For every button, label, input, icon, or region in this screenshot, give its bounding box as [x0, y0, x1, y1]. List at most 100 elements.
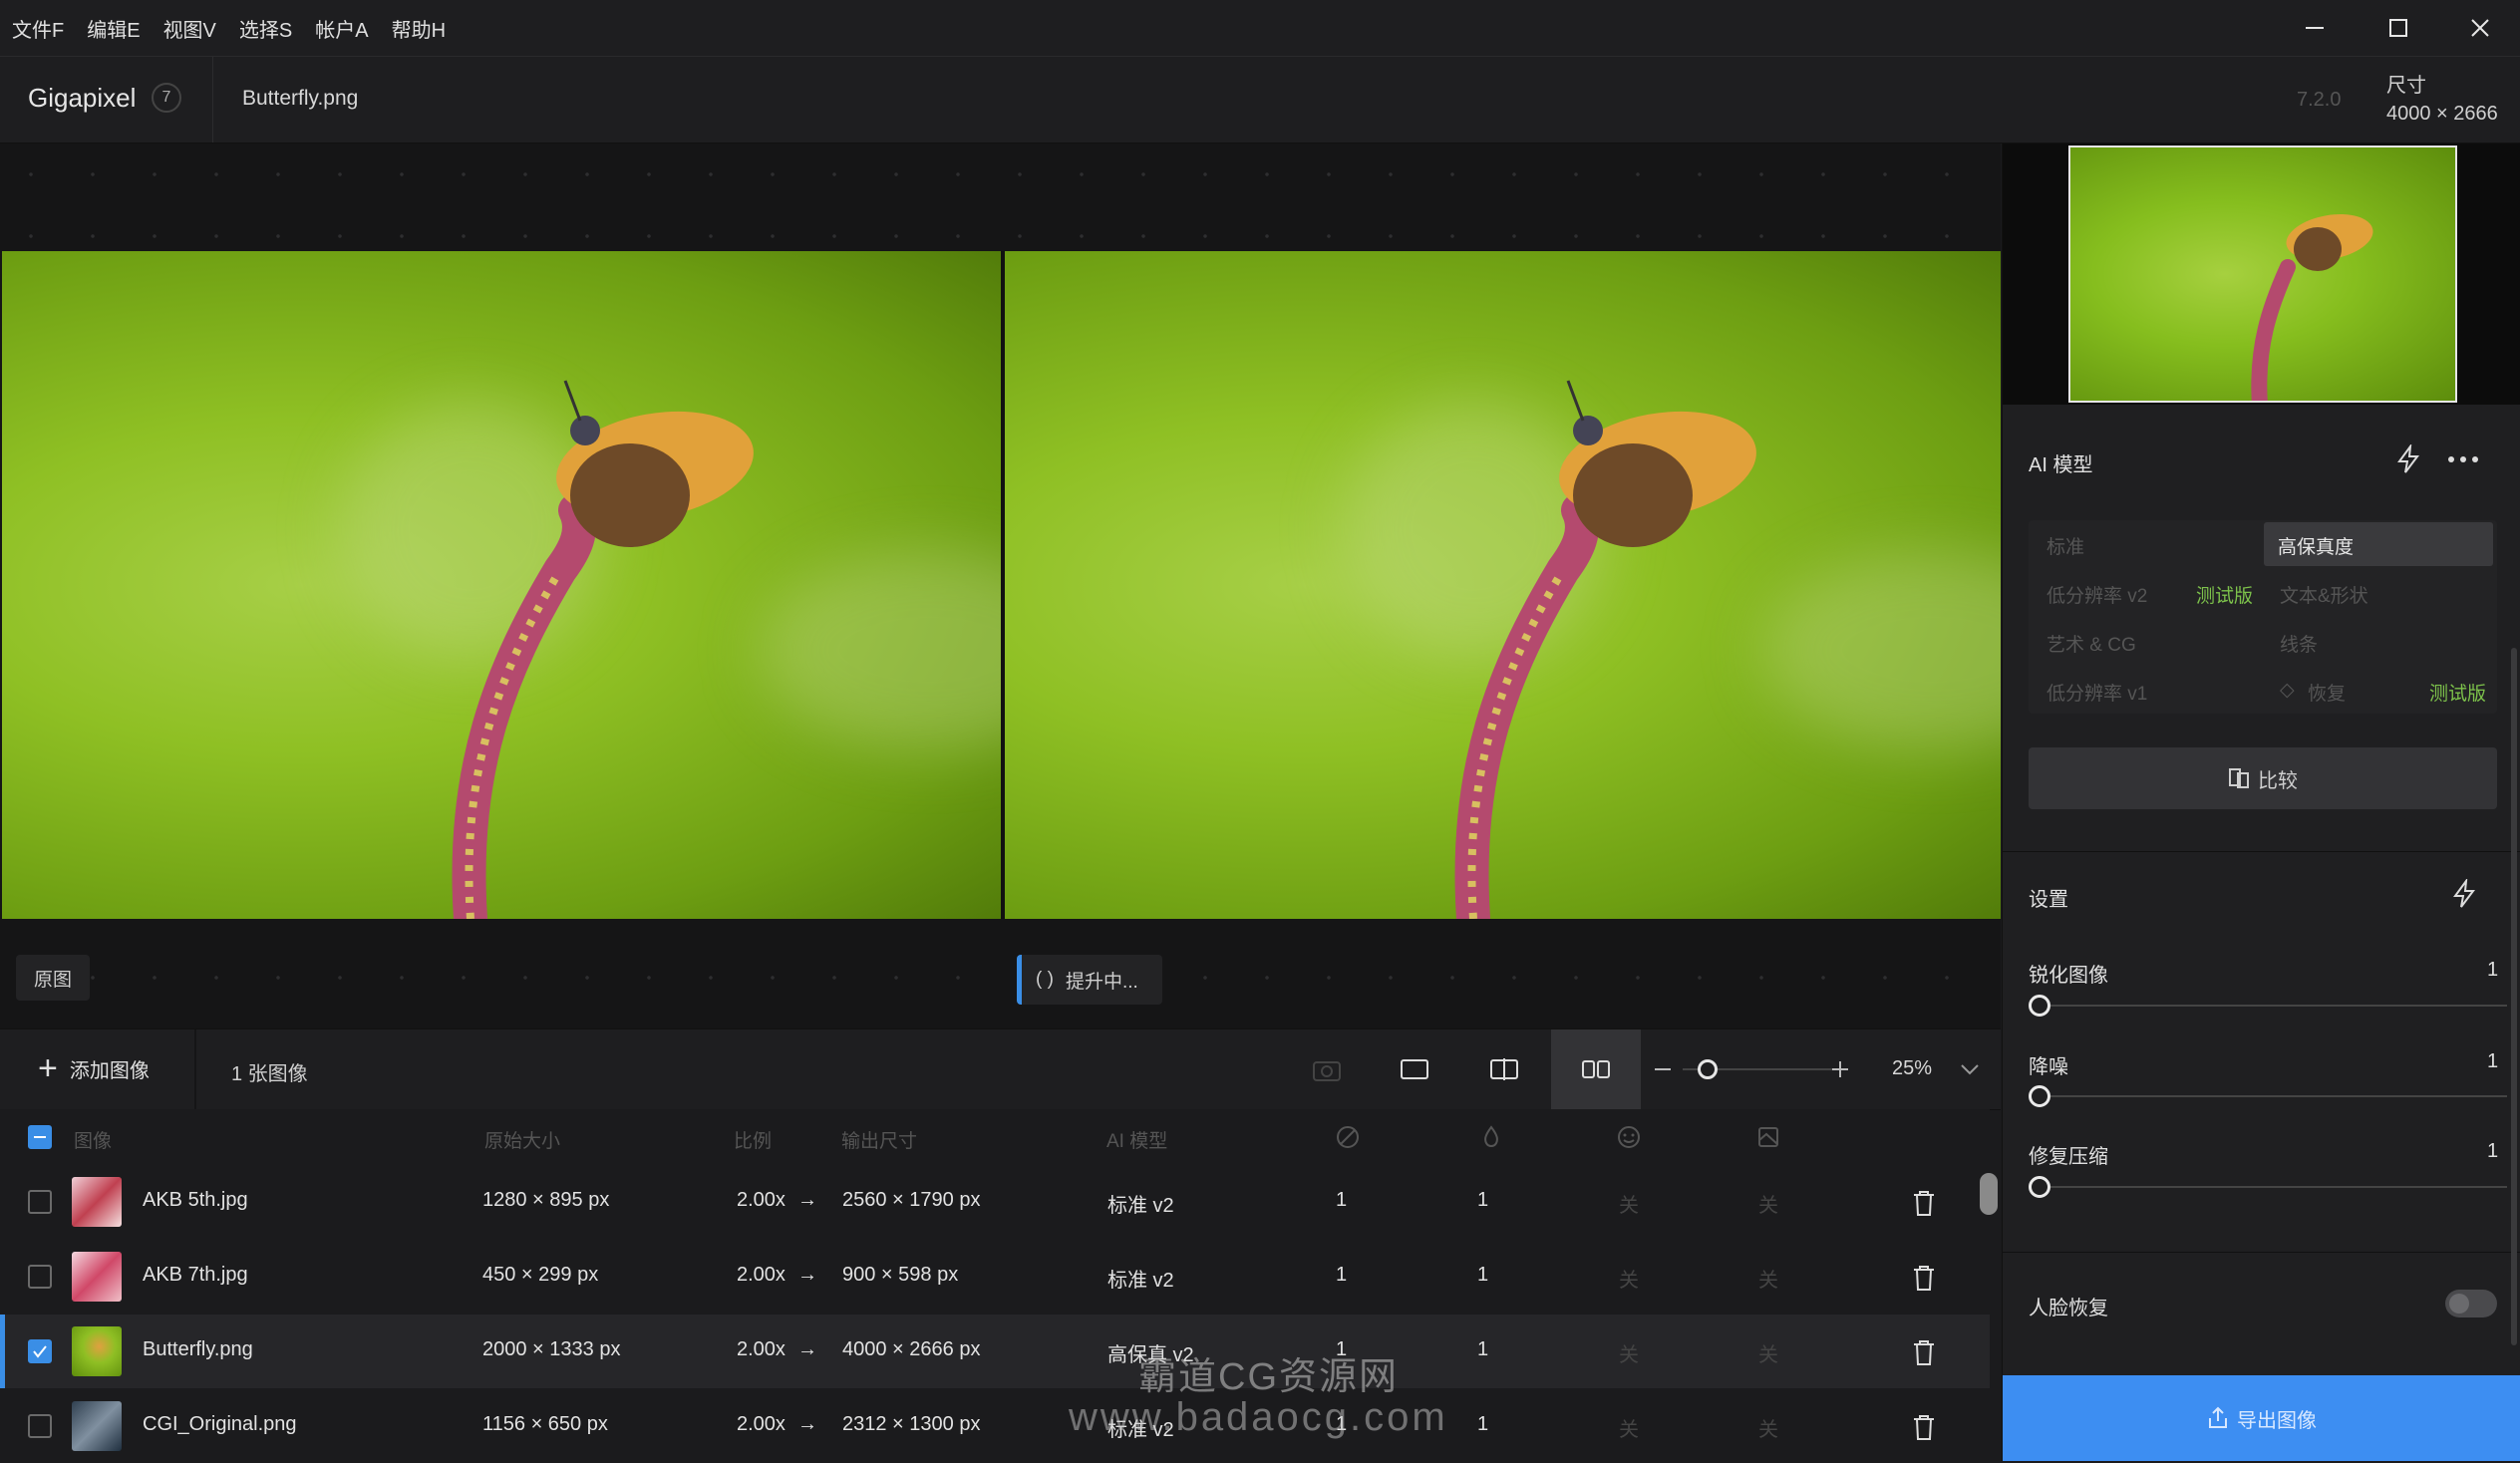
sharpen-slider[interactable]	[2039, 1005, 2507, 1007]
row-checkbox[interactable]	[28, 1265, 52, 1289]
row-scale[interactable]: 2.00x	[737, 1189, 786, 1212]
row-scale[interactable]: 2.00x	[737, 1264, 786, 1287]
trash-icon[interactable]	[1912, 1338, 1936, 1366]
maximize-button[interactable]	[2357, 0, 2440, 56]
row-original-size: 1280 × 895 px	[482, 1189, 610, 1211]
trash-icon[interactable]	[1912, 1413, 1936, 1441]
col-scale[interactable]: 比例	[734, 1126, 772, 1153]
sharpen-slider-handle[interactable]	[2029, 995, 2050, 1017]
side-by-side-icon	[1582, 1060, 1610, 1078]
trash-icon[interactable]	[1912, 1189, 1936, 1217]
face-recovery-toggle[interactable]	[2445, 1290, 2497, 1317]
table-row-selected[interactable]: Butterfly.png 2000 × 1333 px 2.00x → 400…	[0, 1315, 1990, 1388]
row-scale[interactable]: 2.00x	[737, 1338, 786, 1361]
processing-status: ( ) 提升中...	[1017, 955, 1162, 1005]
table-row[interactable]: CGI_Original.png 1156 × 650 px 2.00x → 2…	[0, 1389, 1990, 1463]
navigator[interactable]	[2003, 144, 2520, 405]
watermark-url: www.badaocg.com	[1069, 1395, 1448, 1439]
denoise-slider[interactable]	[2039, 1095, 2507, 1097]
select-all-checkbox[interactable]	[28, 1125, 52, 1149]
watermark-text: 霸道CG资源网	[1138, 1356, 1400, 1398]
version-badge[interactable]: 7	[152, 83, 181, 113]
row-sharpen: 1	[1336, 1189, 1348, 1211]
row-checkbox[interactable]	[28, 1190, 52, 1214]
single-view-button[interactable]	[1370, 1029, 1459, 1109]
denoise-value[interactable]: 1	[2487, 1050, 2498, 1073]
col-image[interactable]: 图像	[74, 1126, 112, 1153]
menu-select[interactable]: 选择S	[239, 14, 292, 43]
row-output-size: 2560 × 1790 px	[842, 1189, 981, 1211]
model-low-res-v1[interactable]: 低分辨率 v1	[2047, 679, 2147, 706]
table-row[interactable]: AKB 5th.jpg 1280 × 895 px 2.00x → 2560 ×…	[0, 1165, 1990, 1239]
row-ai-model[interactable]: 标准 v2	[1107, 1264, 1174, 1293]
side-by-side-button[interactable]	[1551, 1029, 1641, 1109]
arrow-right-icon: →	[797, 1413, 817, 1435]
row-denoise: 1	[1477, 1189, 1489, 1211]
panel-scrollbar[interactable]	[2511, 648, 2517, 1345]
beta-badge: 测试版	[2196, 586, 2254, 607]
compression-value[interactable]: 1	[2487, 1140, 2498, 1163]
beta-badge: 测试版	[2429, 684, 2487, 705]
col-ai-model[interactable]: AI 模型	[1106, 1126, 1167, 1153]
row-checkbox[interactable]	[28, 1414, 52, 1438]
col-original-size[interactable]: 原始大小	[484, 1126, 560, 1153]
row-checkbox[interactable]	[28, 1339, 52, 1363]
row-filename: AKB 5th.jpg	[143, 1189, 248, 1211]
trash-icon[interactable]	[1912, 1264, 1936, 1292]
zoom-dropdown[interactable]	[1950, 1029, 1990, 1109]
row-thumbnail	[72, 1252, 122, 1302]
upscaled-image[interactable]	[1005, 251, 2001, 919]
minimize-button[interactable]	[2273, 0, 2357, 56]
more-icon[interactable]	[2447, 454, 2479, 464]
split-view-icon	[1490, 1058, 1518, 1080]
row-thumbnail	[72, 1177, 122, 1227]
model-text-shape[interactable]: 文本&形状	[2280, 581, 2368, 608]
row-compression: 关	[1758, 1419, 1778, 1441]
model-lines[interactable]: 线条	[2280, 630, 2318, 657]
compression-slider[interactable]	[2039, 1186, 2507, 1188]
row-output-size: 900 × 598 px	[842, 1264, 959, 1286]
menu-account[interactable]: 帐户A	[315, 14, 368, 43]
model-standard[interactable]: 标准	[2047, 532, 2084, 559]
lightning-icon[interactable]	[2451, 879, 2477, 909]
model-recovery[interactable]: 恢复	[2308, 679, 2346, 706]
chevron-down-icon	[1961, 1064, 1979, 1075]
zoom-slider-handle[interactable]	[1698, 1059, 1718, 1079]
menu-view[interactable]: 视图V	[163, 14, 216, 43]
compare-button[interactable]: 比较	[2029, 747, 2497, 809]
original-image[interactable]	[2, 251, 1001, 919]
navigator-thumbnail[interactable]	[2068, 146, 2457, 403]
ai-model-grid: 标准 高保真度 低分辨率 v2 测试版 文本&形状 艺术 & CG 线条 低分辨…	[2029, 520, 2497, 714]
snapshot-button[interactable]	[1282, 1029, 1372, 1109]
minus-icon	[1655, 1068, 1671, 1070]
row-ai-model[interactable]: 标准 v2	[1107, 1189, 1174, 1218]
table-row[interactable]: AKB 7th.jpg 450 × 299 px 2.00x → 900 × 5…	[0, 1240, 1990, 1314]
denoise-slider-handle[interactable]	[2029, 1085, 2050, 1107]
col-output-size[interactable]: 输出尺寸	[841, 1126, 917, 1153]
model-art-cg[interactable]: 艺术 & CG	[2047, 630, 2136, 657]
split-view-button[interactable]	[1459, 1029, 1549, 1109]
table-scrollbar[interactable]	[1980, 1173, 1998, 1215]
close-button[interactable]	[2438, 0, 2520, 56]
header-divider	[212, 57, 213, 143]
ai-model-title: AI 模型	[2029, 454, 2093, 476]
plus-icon: +	[38, 1049, 58, 1087]
close-icon	[2471, 19, 2489, 37]
menu-edit[interactable]: 编辑E	[87, 14, 140, 43]
settings-title: 设置	[2029, 889, 2068, 911]
row-thumbnail	[72, 1401, 122, 1451]
zoom-in-button[interactable]	[1820, 1029, 1860, 1109]
model-low-res-v2[interactable]: 低分辨率 v2	[2047, 581, 2147, 608]
zoom-value[interactable]: 25%	[1892, 1057, 1932, 1080]
model-high-fidelity[interactable]: 高保真度	[2278, 532, 2354, 559]
sharpen-value[interactable]: 1	[2487, 959, 2498, 982]
lightning-icon[interactable]	[2395, 444, 2421, 474]
export-button[interactable]: 导出图像	[2003, 1375, 2520, 1461]
menu-file[interactable]: 文件F	[12, 14, 64, 43]
menu-help[interactable]: 帮助H	[392, 14, 446, 43]
preview-area[interactable]	[0, 144, 2001, 1028]
zoom-out-button[interactable]	[1643, 1029, 1683, 1109]
row-scale[interactable]: 2.00x	[737, 1413, 786, 1436]
compression-slider-handle[interactable]	[2029, 1176, 2050, 1198]
add-image-button[interactable]: + 添加图像	[38, 1049, 150, 1087]
